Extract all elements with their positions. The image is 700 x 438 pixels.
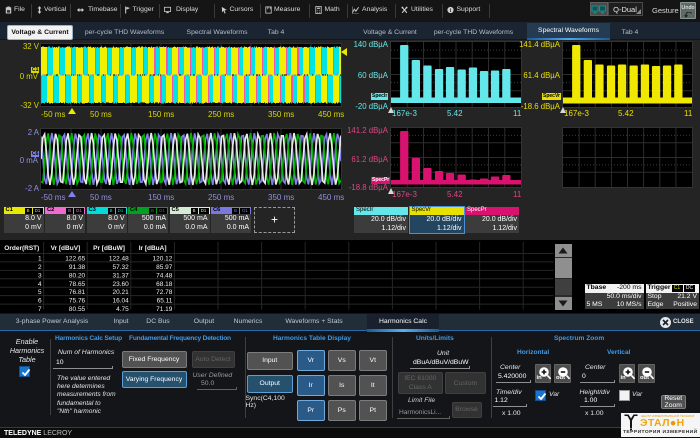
svg-text:3: 3 <box>38 272 42 279</box>
svg-text:Pr [dBuW]: Pr [dBuW] <box>93 245 125 252</box>
svg-text:31.37: 31.37 <box>113 272 130 279</box>
svg-text:57.32: 57.32 <box>113 264 130 271</box>
svg-text:68.18: 68.18 <box>156 281 173 288</box>
svg-text:6: 6 <box>38 298 42 305</box>
svg-text:4.75: 4.75 <box>116 306 129 312</box>
svg-text:78.65: 78.65 <box>69 281 86 288</box>
svg-text:2: 2 <box>38 264 42 271</box>
svg-text:85.97: 85.97 <box>156 264 173 271</box>
svg-text:80.20: 80.20 <box>69 272 86 279</box>
svg-text:7: 7 <box>38 306 42 312</box>
svg-text:23.60: 23.60 <box>113 281 130 288</box>
svg-text:Ir [dBuA]: Ir [dBuA] <box>139 245 167 252</box>
svg-text:Vr [dBuV]: Vr [dBuV] <box>51 245 81 252</box>
svg-text:75.76: 75.76 <box>69 298 86 305</box>
svg-text:74.48: 74.48 <box>156 272 173 279</box>
svg-text:71.19: 71.19 <box>156 306 173 312</box>
svg-text:16.04: 16.04 <box>113 298 130 305</box>
svg-text:20.21: 20.21 <box>113 289 130 296</box>
svg-text:122.48: 122.48 <box>109 256 129 263</box>
svg-text:76.81: 76.81 <box>69 289 86 296</box>
svg-text:1: 1 <box>38 256 42 263</box>
svg-text:122.65: 122.65 <box>65 256 85 263</box>
svg-text:Order(RST): Order(RST) <box>4 245 39 252</box>
svg-text:120.12: 120.12 <box>153 256 173 263</box>
svg-text:91.38: 91.38 <box>69 264 86 271</box>
svg-text:4: 4 <box>38 281 42 288</box>
svg-text:65.11: 65.11 <box>157 298 173 305</box>
svg-text:5: 5 <box>38 289 42 296</box>
svg-text:80.55: 80.55 <box>69 306 86 312</box>
svg-text:72.78: 72.78 <box>156 289 173 296</box>
